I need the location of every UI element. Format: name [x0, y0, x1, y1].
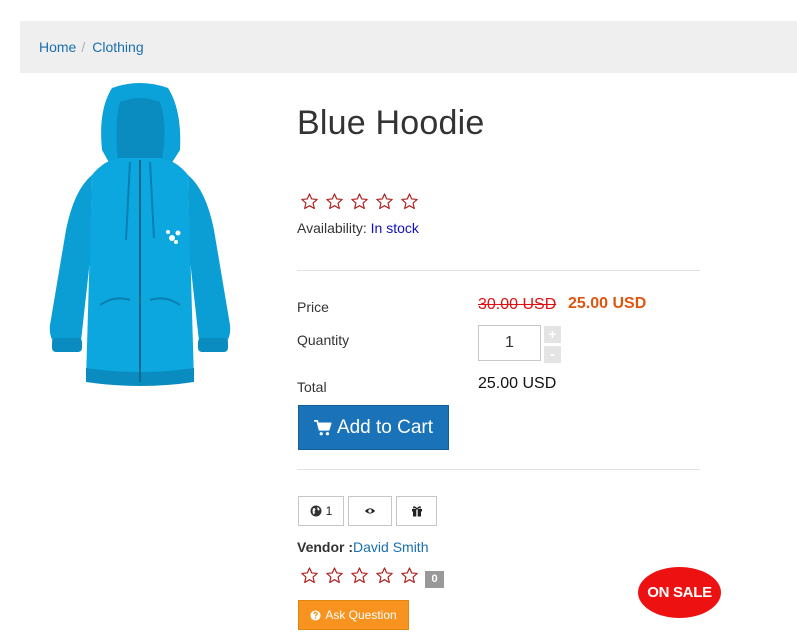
- star-outline-icon[interactable]: [300, 192, 319, 211]
- eye-icon: [364, 508, 376, 514]
- globe-icon: [310, 505, 322, 517]
- review-count-badge: 0: [425, 571, 444, 588]
- gift-icon: [411, 506, 422, 517]
- star-outline-icon[interactable]: [400, 566, 419, 585]
- star-outline-icon[interactable]: [300, 566, 319, 585]
- product-image[interactable]: [44, 80, 236, 390]
- watch-button[interactable]: [348, 496, 392, 526]
- cart-icon: [314, 419, 332, 435]
- ask-question-label: Ask Question: [325, 608, 397, 622]
- star-outline-icon[interactable]: [375, 566, 394, 585]
- question-circle-icon: [310, 609, 321, 621]
- divider: [297, 270, 700, 271]
- star-outline-icon[interactable]: [325, 566, 344, 585]
- quantity-increase-button[interactable]: +: [544, 326, 561, 343]
- star-outline-icon[interactable]: [325, 192, 344, 211]
- review-rating[interactable]: [300, 566, 419, 585]
- total-label: Total: [297, 379, 327, 395]
- quantity-label: Quantity: [297, 332, 350, 348]
- price-label: Price: [297, 299, 329, 315]
- gift-button[interactable]: [396, 496, 437, 526]
- divider: [297, 469, 700, 470]
- globe-button[interactable]: 1: [298, 496, 344, 526]
- breadcrumb: Home / Clothing: [20, 21, 797, 73]
- breadcrumb-home-link[interactable]: Home: [39, 39, 76, 55]
- breadcrumb-separator: /: [81, 39, 86, 55]
- vendor-name-link[interactable]: David Smith: [353, 539, 428, 555]
- sale-price: 25.00 USD: [568, 295, 647, 312]
- globe-count: 1: [325, 504, 333, 518]
- ask-question-button[interactable]: Ask Question: [298, 600, 409, 630]
- product-title: Blue Hoodie: [297, 104, 485, 142]
- on-sale-badge: ON SALE: [638, 567, 721, 618]
- vendor: Vendor :David Smith: [297, 539, 428, 555]
- breadcrumb-clothing-link[interactable]: Clothing: [92, 39, 143, 55]
- old-price: 30.00 USD: [478, 296, 557, 313]
- availability: Availability: In stock: [297, 220, 419, 236]
- star-outline-icon[interactable]: [400, 192, 419, 211]
- star-outline-icon[interactable]: [350, 192, 369, 211]
- quantity-decrease-button[interactable]: -: [544, 346, 561, 363]
- star-outline-icon[interactable]: [350, 566, 369, 585]
- add-to-cart-label: Add to Cart: [336, 416, 434, 438]
- availability-value: In stock: [370, 220, 419, 236]
- quantity-input[interactable]: 1: [478, 325, 541, 361]
- blue-hoodie-image: [49, 83, 231, 386]
- vendor-label: Vendor :: [297, 539, 354, 555]
- availability-label: Availability:: [297, 220, 367, 236]
- add-to-cart-button[interactable]: Add to Cart: [298, 405, 449, 450]
- star-outline-icon[interactable]: [375, 192, 394, 211]
- product-rating[interactable]: [300, 192, 419, 211]
- total-value: 25.00 USD: [478, 375, 557, 392]
